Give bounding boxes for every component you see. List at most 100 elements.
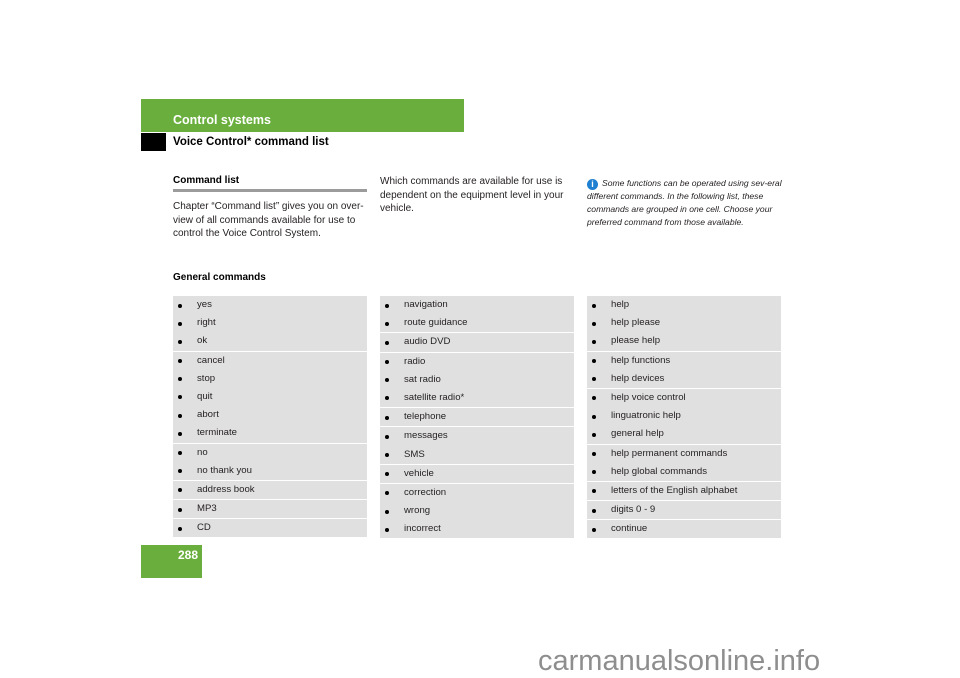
command-item: help (587, 296, 781, 314)
command-group: continue (587, 520, 781, 539)
command-item: help functions (587, 352, 781, 370)
command-item: MP3 (173, 500, 367, 518)
command-item: address book (173, 481, 367, 499)
info-icon: i (587, 179, 598, 190)
bullet-icon (385, 472, 389, 477)
command-item: please help (587, 332, 781, 350)
command-text: general help (611, 428, 664, 440)
command-text: no thank you (197, 464, 252, 476)
command-group: telephone (380, 408, 574, 428)
command-item: abort (173, 406, 367, 424)
bullet-icon (178, 526, 182, 531)
command-group: digits 0 - 9 (587, 501, 781, 521)
command-group: radio sat radio satellite radio* (380, 352, 574, 409)
command-text: abort (197, 409, 219, 421)
bullet-icon (385, 360, 389, 365)
command-text: linguatronic help (611, 410, 681, 422)
watermark: carmanualsonline.info (538, 645, 821, 677)
command-text: help devices (611, 372, 665, 384)
bullet-icon (178, 451, 182, 455)
command-item: stop (173, 370, 367, 388)
bullet-icon (385, 378, 389, 383)
command-group: address book (173, 480, 367, 501)
command-text: continue (611, 523, 648, 535)
bullet-icon (592, 452, 596, 456)
command-item: vehicle (380, 465, 574, 483)
command-item: help global commands (587, 463, 781, 481)
command-text: messages (404, 430, 448, 442)
section-header: Control systems (173, 113, 271, 127)
command-text: help (611, 299, 630, 310)
bullet-icon (178, 359, 182, 364)
bullet-icon (385, 527, 389, 532)
command-item: quit (173, 388, 367, 406)
command-text: incorrect (404, 523, 441, 535)
command-item: help permanent commands (587, 445, 781, 463)
command-text: vehicle (404, 467, 434, 479)
command-text: audio DVD (404, 336, 451, 348)
command-item: terminate (173, 424, 367, 442)
command-text: SMS (404, 448, 425, 460)
command-text: letters of the English alphabet (611, 484, 738, 496)
command-item: continue (587, 520, 781, 538)
command-text: wrong (404, 505, 431, 517)
intro-paragraph: Chapter “Command list” gives you on over… (173, 201, 364, 239)
command-item: incorrect (380, 520, 574, 538)
command-text: address book (197, 483, 255, 495)
command-group: navigation route guidance (380, 296, 574, 334)
bullet-icon (592, 414, 596, 419)
section-tab-marker (141, 133, 166, 151)
bullet-icon (592, 377, 596, 382)
command-item: help voice control (587, 389, 781, 407)
command-text: sat radio (404, 373, 441, 385)
bullet-icon (592, 527, 596, 532)
bullet-icon (385, 321, 389, 326)
command-item: help devices (587, 370, 781, 388)
command-list-heading: Command list (173, 175, 367, 192)
command-group: letters of the English alphabet (587, 481, 781, 502)
command-item: radio (380, 353, 574, 371)
command-group: correction wrong incorrect (380, 483, 574, 539)
command-item: digits 0 - 9 (587, 501, 781, 519)
bullet-icon (592, 470, 596, 475)
bullet-icon (178, 303, 182, 308)
bullet-icon (385, 415, 389, 420)
command-text: cancel (197, 354, 225, 366)
command-text: no (197, 446, 208, 458)
command-item: general help (587, 425, 781, 443)
command-text: navigation (404, 299, 448, 310)
command-text: telephone (404, 411, 447, 423)
command-group: help functions help devices (587, 351, 781, 389)
command-item: navigation (380, 296, 574, 314)
command-table-column-1: yes right ok cancel stop quit abort terminate no… (173, 296, 367, 538)
command-group: help help please please help (587, 296, 781, 352)
bullet-icon (178, 377, 182, 382)
bullet-icon (178, 488, 182, 493)
bullet-icon (178, 321, 182, 326)
bullet-icon (178, 431, 182, 436)
command-text: help permanent commands (611, 447, 728, 459)
command-group: CD (173, 519, 367, 538)
command-item: SMS (380, 446, 574, 464)
bullet-icon (178, 339, 182, 344)
command-text: yes (197, 299, 212, 310)
command-text: help global commands (611, 465, 707, 477)
command-group: yes right ok (173, 296, 367, 352)
page-title: Voice Control* command list (173, 136, 329, 148)
command-item: CD (173, 519, 367, 537)
bullet-icon (178, 413, 182, 418)
command-item: satellite radio* (380, 389, 574, 407)
bullet-icon (385, 396, 389, 401)
bullet-icon (385, 303, 389, 308)
command-item: route guidance (380, 314, 574, 332)
command-item: ok (173, 332, 367, 350)
command-group: no no thank you (173, 443, 367, 481)
bullet-icon (592, 432, 596, 437)
bullet-icon (592, 359, 596, 364)
general-commands-heading: General commands (173, 272, 266, 283)
command-table-column-3: help help please please help help functions… (587, 296, 781, 539)
command-item: wrong (380, 502, 574, 520)
command-group: audio DVD (380, 333, 574, 353)
availability-paragraph: Which commands are available for use is … (380, 176, 564, 214)
command-table-column-2: navigation route guidance audio DVD radio sa… (380, 296, 574, 539)
